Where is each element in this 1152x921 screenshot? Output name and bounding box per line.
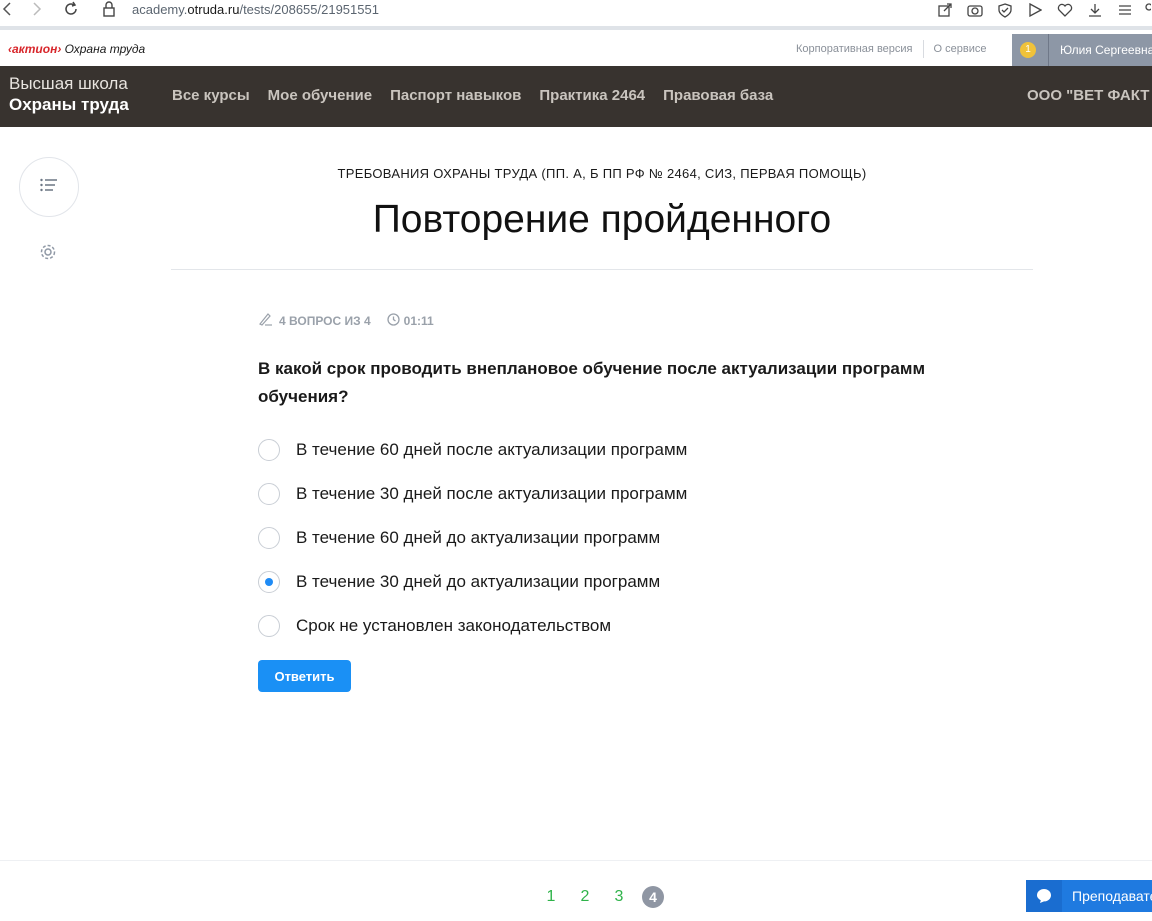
product-name: Охрана труда [64, 42, 146, 56]
divider [0, 860, 1152, 861]
lock-icon [102, 1, 116, 22]
shield-icon[interactable] [990, 0, 1020, 20]
brand-logo[interactable]: ‹актион› Охрана труда [8, 42, 145, 56]
main-nav: Высшая школа Охраны труда Все курсы Мое … [0, 66, 1152, 127]
radio-button[interactable] [258, 483, 280, 505]
divider [1048, 34, 1049, 66]
option-4[interactable]: Срок не установлен законодательством [258, 604, 687, 648]
school-logo[interactable]: Высшая школа Охраны труда [9, 73, 129, 115]
radio-button[interactable] [258, 615, 280, 637]
teacher-chat-button[interactable]: Преподавате [1026, 880, 1152, 912]
url-host: otruda.ru [187, 2, 240, 17]
option-2[interactable]: В течение 60 дней до актуализации програ… [258, 516, 687, 560]
back-icon[interactable] [2, 1, 12, 22]
answer-button[interactable]: Ответить [258, 660, 351, 692]
teacher-label: Преподавате [1072, 888, 1152, 904]
top-links: Корпоративная версия О сервисе [786, 40, 997, 58]
browser-toolbar: academy.otruda.ru/tests/208655/21951551 [0, 0, 1152, 30]
page-3[interactable]: 3 [608, 886, 630, 908]
chat-icon [1026, 880, 1062, 912]
camera-icon[interactable] [960, 0, 990, 20]
download-icon[interactable] [1080, 0, 1110, 20]
timer: 01:11 [403, 313, 434, 328]
gear-icon[interactable] [38, 242, 58, 262]
heart-icon[interactable] [1050, 0, 1080, 20]
corporate-link[interactable]: Корпоративная версия [786, 43, 923, 58]
option-0[interactable]: В течение 60 дней после актуализации про… [258, 428, 687, 472]
send-icon[interactable] [1020, 0, 1050, 20]
nav-item-my-learning[interactable]: Мое обучение [268, 87, 372, 104]
course-name: ТРЕБОВАНИЯ ОХРАНЫ ТРУДА (ПП. А, Б ПП РФ … [337, 166, 867, 181]
brand-bar: ‹актион› Охрана труда Корпоративная верс… [0, 34, 1152, 66]
question-progress: 4 ВОПРОС ИЗ 4 [279, 313, 371, 328]
user-name[interactable]: Юлия Сергеевна [1060, 43, 1152, 57]
forward-icon[interactable] [32, 1, 42, 22]
nav-item-all-courses[interactable]: Все курсы [172, 87, 250, 104]
answer-options: В течение 60 дней после актуализации про… [258, 428, 687, 648]
browser-actions [930, 0, 1152, 20]
org-name[interactable]: ООО "ВЕТ ФАКТ [1027, 87, 1149, 104]
page-title: Повторение пройденного [372, 198, 832, 241]
question-meta: 4 ВОПРОС ИЗ 4 01:11 [258, 312, 434, 329]
pencil-icon [258, 312, 274, 329]
page-4[interactable]: 4 [642, 886, 664, 908]
divider [171, 269, 1033, 270]
radio-button[interactable] [258, 527, 280, 549]
reload-icon[interactable] [63, 1, 79, 22]
option-label: В течение 30 дней до актуализации програ… [296, 572, 661, 591]
profile-icon[interactable] [1140, 0, 1152, 20]
nav-item-legal-base[interactable]: Правовая база [663, 87, 773, 104]
option-label: В течение 60 дней до актуализации програ… [296, 528, 661, 547]
address-bar[interactable]: academy.otruda.ru/tests/208655/21951551 [132, 2, 379, 17]
option-label: В течение 60 дней после актуализации про… [296, 440, 688, 459]
url-path: /tests/208655/21951551 [239, 2, 379, 17]
nav-item-skills-passport[interactable]: Паспорт навыков [390, 87, 521, 104]
nav-items: Все курсы Мое обучение Паспорт навыков П… [172, 87, 791, 104]
page-1[interactable]: 1 [540, 886, 562, 908]
radio-button[interactable] [258, 571, 280, 593]
option-label: В течение 30 дней после актуализации про… [296, 484, 688, 503]
clock-icon [387, 312, 400, 329]
nav-item-practice[interactable]: Практика 2464 [539, 87, 645, 104]
menu-icon[interactable] [1110, 0, 1140, 20]
url-prefix: academy. [132, 2, 188, 17]
school-line1: Высшая школа [9, 74, 128, 93]
question-pager: 1 2 3 4 [540, 886, 676, 908]
page-2[interactable]: 2 [574, 886, 596, 908]
option-3[interactable]: В течение 30 дней до актуализации програ… [258, 560, 687, 604]
question-text: В какой срок проводить внеплановое обуче… [258, 359, 926, 406]
aktion-logo: ‹актион› [8, 42, 62, 56]
user-menu[interactable]: 1 Юлия Сергеевна [1012, 34, 1152, 66]
school-line2: Охраны труда [9, 95, 129, 114]
radio-button[interactable] [258, 439, 280, 461]
option-1[interactable]: В течение 30 дней после актуализации про… [258, 472, 687, 516]
about-link[interactable]: О сервисе [924, 43, 997, 58]
share-icon[interactable] [930, 0, 960, 20]
notification-badge[interactable]: 1 [1020, 42, 1036, 58]
option-label: Срок не установлен законодательством [296, 616, 612, 635]
